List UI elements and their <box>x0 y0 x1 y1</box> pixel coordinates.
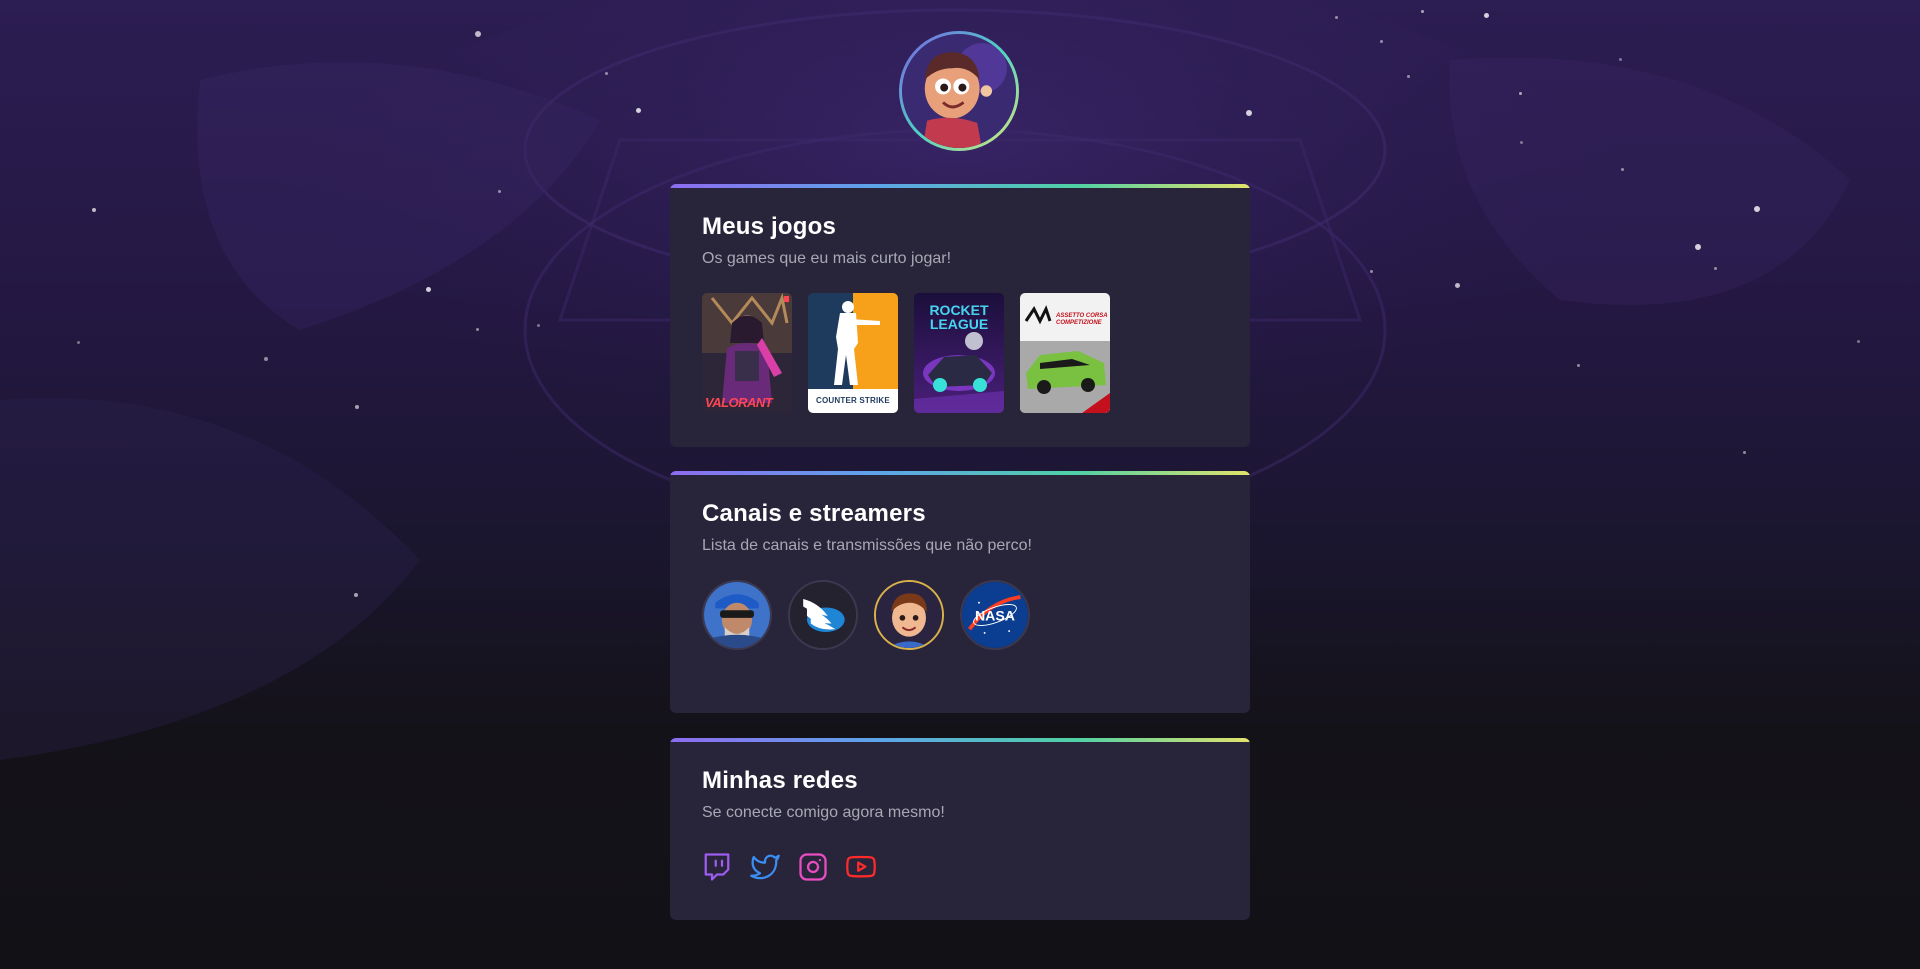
game-counter-strike[interactable]: COUNTER STRIKE <box>808 293 898 413</box>
games-subtitle: Os games que eu mais curto jogar! <box>702 250 952 267</box>
streamers-subtitle: Lista de canais e transmissões que não p… <box>702 537 1032 554</box>
socials-card: Minhas redes Se conecte comigo agora mes… <box>670 738 1250 920</box>
svg-text:NASA: NASA <box>975 608 1015 624</box>
streamer-photo-icon <box>704 582 770 648</box>
avatar <box>899 31 1019 151</box>
youtube-icon <box>846 855 876 878</box>
streamer-2-avatar[interactable] <box>788 580 858 650</box>
gamer-avatar-icon <box>902 34 1016 148</box>
twitter-link[interactable] <box>750 852 780 882</box>
twitch-icon <box>704 853 730 881</box>
socials-title: Minhas redes <box>702 767 858 794</box>
streamers-list: NASA <box>702 580 1218 650</box>
streamers-title: Canais e streamers <box>702 500 926 527</box>
games-card: Meus jogos Os games que eu mais curto jo… <box>670 184 1250 447</box>
game-rocket-league[interactable]: ROCKET LEAGUE <box>914 293 1004 413</box>
instagram-icon <box>799 853 827 881</box>
streamer-1-avatar[interactable] <box>702 580 772 650</box>
nasa-logo-icon: NASA <box>962 582 1028 648</box>
twitter-icon <box>750 854 780 880</box>
twitch-link[interactable] <box>702 852 732 882</box>
game-cover-label: ASSETTO CORSA COMPETIZIONE <box>1056 313 1108 326</box>
youtube-link[interactable] <box>846 852 876 882</box>
instagram-link[interactable] <box>798 852 828 882</box>
counter-strike-cover-icon <box>808 293 898 413</box>
game-assetto-corsa[interactable]: ASSETTO CORSA COMPETIZIONE <box>1020 293 1110 413</box>
socials-list <box>702 852 1218 882</box>
game-cover-label: COUNTER STRIKE <box>816 396 890 405</box>
streamer-3-avatar[interactable] <box>874 580 944 650</box>
games-title: Meus jogos <box>702 213 837 240</box>
nasa-avatar[interactable]: NASA <box>960 580 1030 650</box>
assetto-corsa-cover-icon <box>1020 293 1110 413</box>
socials-subtitle: Se conecte comigo agora mesmo! <box>702 804 945 821</box>
game-cover-label: VALORANT <box>705 395 773 410</box>
winged-logo-icon <box>790 582 856 648</box>
games-list: VALORANT COUNTER STRIKE ROCKET LEAGUE AS… <box>702 293 1218 413</box>
streamers-card: Canais e streamers Lista de canais e tra… <box>670 471 1250 713</box>
cartoon-avatar-icon <box>876 582 942 648</box>
game-valorant[interactable]: VALORANT <box>702 293 792 413</box>
game-cover-label: ROCKET LEAGUE <box>929 302 989 332</box>
